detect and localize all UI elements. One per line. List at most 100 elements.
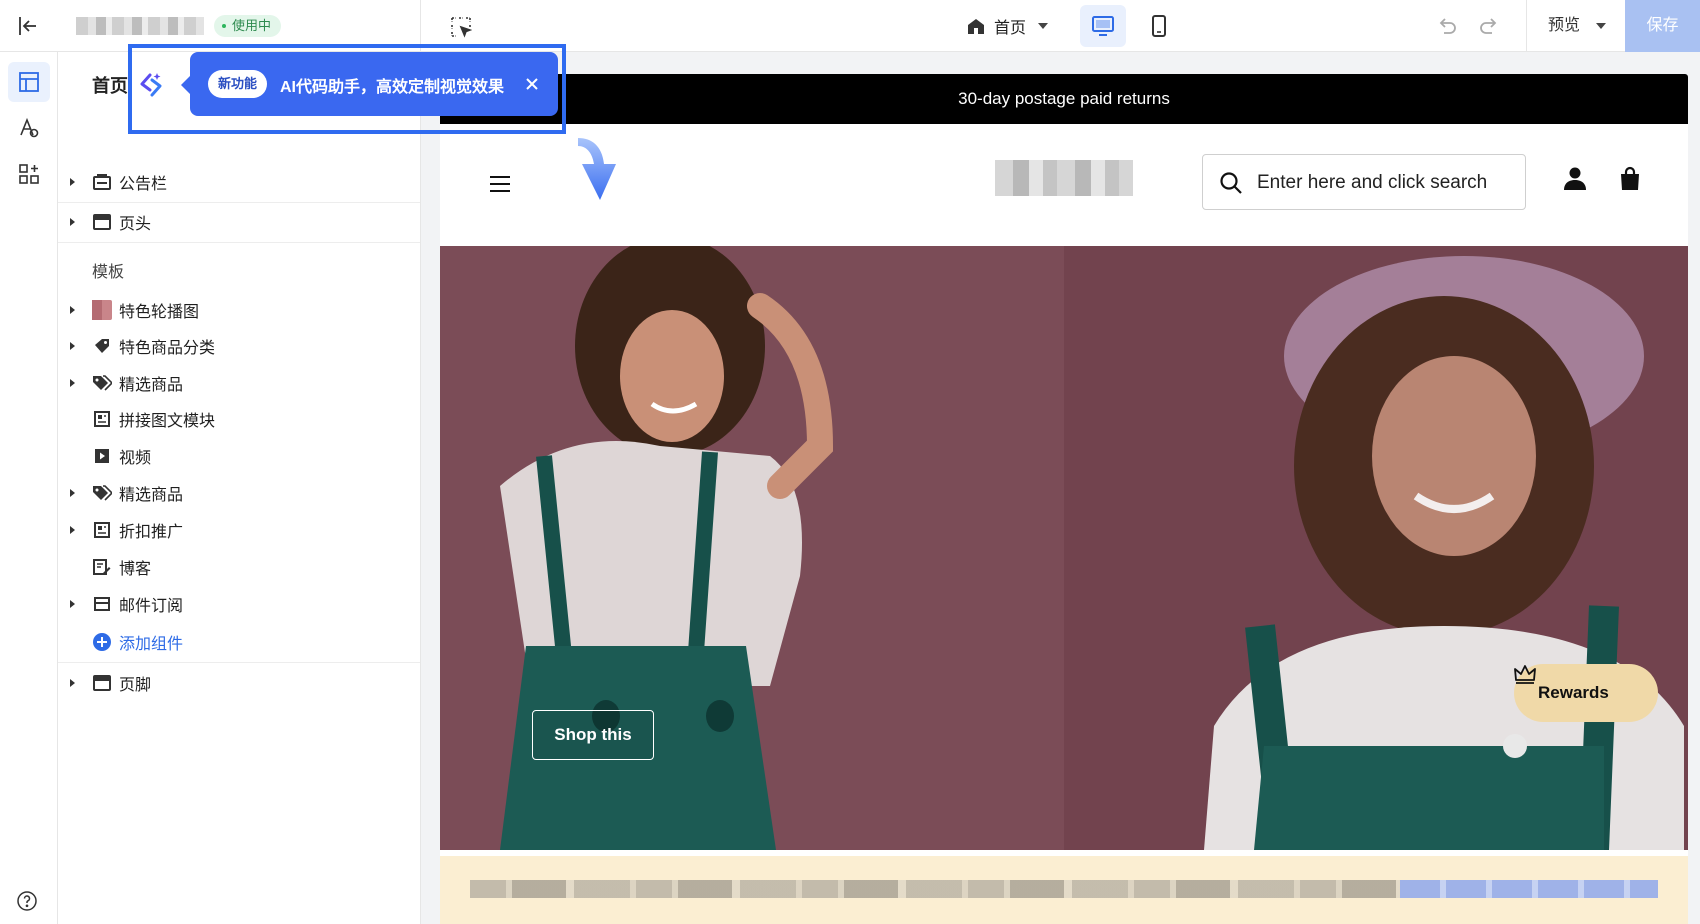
feature-tooltip: 新功能 AI代码助手，高效定制视觉效果 (181, 52, 558, 116)
mobile-view-button[interactable] (1138, 5, 1180, 47)
caret-right-icon[interactable] (70, 600, 75, 608)
account-icon[interactable] (1563, 166, 1587, 190)
pointer-arrow-icon (578, 138, 616, 200)
sidebar-item-label: 拼接图文模块 (119, 413, 216, 430)
page-selector[interactable]: 首页 (966, 14, 1049, 38)
sidebar-item-label: 精选商品 (119, 377, 184, 394)
theme-style-icon (20, 117, 39, 138)
hero-slideshow[interactable]: Shop this Rewards (440, 246, 1688, 850)
rail-sections-button[interactable] (8, 62, 50, 102)
shop-this-button[interactable]: Shop this (532, 710, 654, 760)
search-placeholder: Enter here and click search (1257, 172, 1488, 193)
divider (58, 242, 420, 243)
promo-banner-blurred (440, 856, 1688, 924)
chevron-down-icon (1038, 23, 1049, 29)
sidebar-item-featured-products-2[interactable]: 精选商品 (58, 475, 420, 511)
section-heading-template: 模板 (92, 264, 125, 281)
rail-theme-button[interactable] (8, 108, 50, 148)
sidebar-item-collections[interactable]: 特色商品分类 (58, 328, 420, 364)
header-layout-icon (92, 212, 112, 232)
preview-button[interactable]: 预览 (1548, 14, 1607, 38)
home-icon (968, 19, 984, 34)
blog-edit-icon (92, 557, 112, 577)
sidebar-item-image-text[interactable]: 拼接图文模块 (58, 401, 420, 437)
redo-icon[interactable] (1478, 15, 1500, 37)
video-play-icon (92, 446, 112, 466)
sidebar-item-newsletter[interactable]: 邮件订阅 (58, 586, 420, 622)
apps-grid-icon (19, 164, 39, 184)
rewards-button[interactable]: Rewards (1514, 664, 1658, 722)
caret-right-icon[interactable] (70, 679, 75, 687)
search-icon (1220, 172, 1242, 194)
promotion-icon (92, 520, 112, 540)
caret-right-icon[interactable] (70, 178, 75, 186)
sidebar-item-label: 页脚 (119, 677, 152, 694)
cart-bag-icon[interactable] (1618, 166, 1642, 190)
close-icon[interactable] (520, 72, 544, 96)
add-component-button[interactable]: 添加组件 (58, 624, 420, 660)
product-tags-icon (92, 373, 112, 393)
undo-icon[interactable] (1436, 15, 1458, 37)
help-icon[interactable] (16, 890, 38, 912)
sidebar-item-label: 折扣推广 (119, 524, 184, 541)
caret-right-icon[interactable] (70, 218, 75, 226)
page-selector-label: 首页 (994, 20, 1027, 37)
sidebar-item-video[interactable]: 视频 (58, 438, 420, 474)
email-icon (92, 594, 112, 614)
page-title: 首页 (92, 76, 128, 96)
sidebar-item-promotion[interactable]: 折扣推广 (58, 512, 420, 548)
image-text-icon (92, 409, 112, 429)
store-logo-blurred[interactable] (995, 160, 1133, 196)
hero-image-right (1064, 246, 1688, 850)
rewards-label: Rewards (1538, 683, 1609, 702)
new-feature-badge: 新功能 (208, 70, 268, 98)
sidebar-divider (420, 0, 421, 924)
chevron-down-icon (1596, 23, 1607, 29)
sidebar-item-blog[interactable]: 博客 (58, 549, 420, 585)
feature-tooltip-text: AI代码助手，高效定制视觉效果 (280, 79, 505, 96)
plus-circle-icon (92, 632, 112, 652)
slideshow-thumbnail (92, 300, 112, 320)
sidebar-item-slideshow[interactable]: 特色轮播图 (58, 292, 420, 328)
store-search-input[interactable]: Enter here and click search (1202, 154, 1526, 210)
preview-label: 预览 (1548, 17, 1581, 34)
rail-apps-button[interactable] (8, 154, 50, 194)
sidebar-item-label: 公告栏 (119, 176, 168, 193)
sections-sidebar: 首页 公告栏 页头 模板 特色轮播图 特色商品分类 精选商品 拼接图文模块 视频… (58, 52, 420, 924)
caret-right-icon[interactable] (70, 526, 75, 534)
caret-right-icon[interactable] (70, 306, 75, 314)
sidebar-item-label: 博客 (119, 561, 152, 578)
caret-right-icon[interactable] (70, 489, 75, 497)
mobile-icon (1152, 15, 1166, 37)
caret-right-icon[interactable] (70, 379, 75, 387)
layout-icon (19, 72, 39, 92)
sidebar-item-featured-products[interactable]: 精选商品 (58, 365, 420, 401)
divider (58, 662, 420, 663)
sidebar-item-announcement[interactable]: 公告栏 (58, 164, 420, 200)
desktop-view-button[interactable] (1080, 5, 1126, 47)
add-component-label: 添加组件 (119, 636, 184, 653)
divider (58, 202, 420, 203)
ai-assistant-icon[interactable] (136, 70, 166, 100)
store-name-blurred (76, 17, 204, 35)
sidebar-item-header[interactable]: 页头 (58, 204, 420, 240)
desktop-icon (1092, 16, 1114, 36)
announcement-icon (92, 172, 112, 192)
sidebar-item-label: 精选商品 (119, 487, 184, 504)
save-button[interactable]: 保存 (1625, 0, 1700, 52)
blurred-link[interactable] (1400, 880, 1658, 898)
product-tags-icon (92, 483, 112, 503)
exit-editor-icon[interactable] (16, 14, 40, 38)
sidebar-item-footer[interactable]: 页脚 (58, 665, 420, 701)
caret-right-icon[interactable] (70, 342, 75, 350)
announcement-bar[interactable]: 30-day postage paid returns (440, 74, 1688, 124)
sidebar-item-label: 视频 (119, 450, 152, 467)
menu-icon[interactable] (490, 176, 510, 194)
select-element-icon[interactable] (450, 16, 472, 38)
footer-layout-icon (92, 673, 112, 693)
store-status-badge: 使用中 (214, 15, 282, 37)
sidebar-item-label: 邮件订阅 (119, 598, 184, 615)
icon-rail (0, 52, 58, 924)
sidebar-item-label: 特色轮播图 (119, 304, 200, 321)
sidebar-item-label: 特色商品分类 (119, 340, 216, 357)
